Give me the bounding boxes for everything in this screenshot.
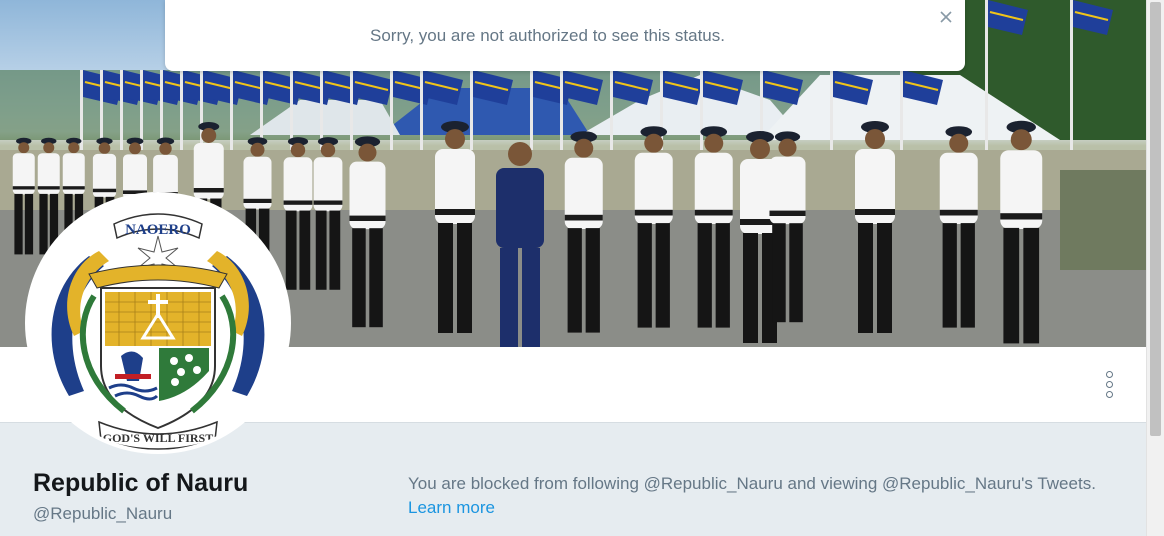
page-scrollbar[interactable] [1146, 0, 1164, 536]
more-vertical-icon [1105, 370, 1113, 378]
profile-display-name: Republic of Nauru [33, 469, 249, 497]
toast-message: Sorry, you are not authorized to see thi… [370, 26, 725, 45]
toast-close-button[interactable] [937, 8, 955, 26]
seal-bottom-text: GOD'S WILL FIRST [103, 431, 213, 445]
profile-avatar[interactable]: NAOERO GOD'S WILL FIRST [25, 192, 291, 454]
close-icon [940, 11, 952, 23]
more-vertical-icon-dot [1105, 390, 1113, 398]
blocked-message: You are blocked from following @Republic… [408, 474, 1096, 493]
learn-more-link[interactable]: Learn more [408, 498, 495, 518]
seal-top-text: NAOERO [125, 222, 191, 238]
error-toast: Sorry, you are not authorized to see thi… [165, 0, 965, 71]
more-options-button[interactable] [1096, 370, 1122, 398]
profile-handle: @Republic_Nauru [33, 504, 173, 523]
more-vertical-icon-dot [1105, 380, 1113, 388]
scrollbar-thumb[interactable] [1150, 2, 1161, 436]
